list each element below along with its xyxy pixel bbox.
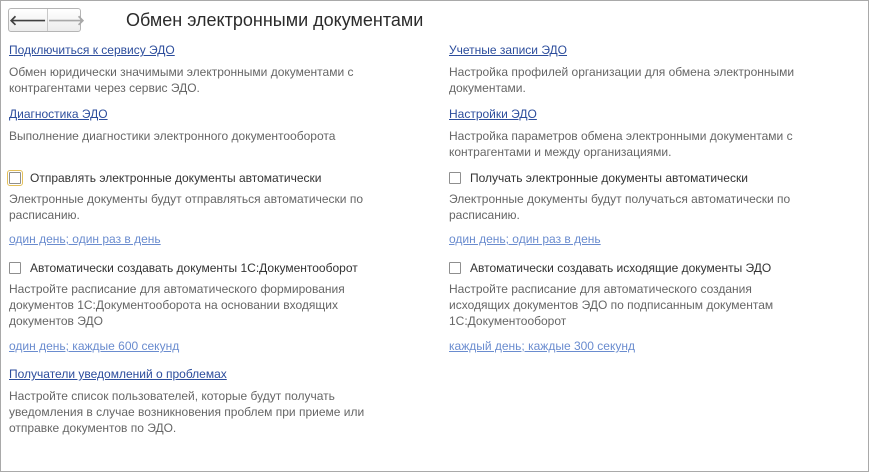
diagnostics-edo-link[interactable]: Диагностика ЭДО	[9, 107, 409, 121]
page-title: Обмен электронными документами	[126, 10, 424, 30]
auto-send-section: Отправлять электронные документы автомат…	[7, 170, 409, 246]
auto-receive-checkbox[interactable]	[449, 172, 461, 184]
auto-create-outgoing-label[interactable]: Автоматически создавать исходящие докуме…	[470, 261, 771, 275]
auto-send-description: Электронные документы будут отправляться…	[9, 192, 363, 222]
auto-create-outgoing-description: Настройте расписание для автоматического…	[449, 282, 774, 328]
edo-accounts-description: Настройка профилей организации для обмен…	[449, 65, 795, 95]
navigation-buttons: 🡐 🡒	[8, 8, 85, 32]
notification-recipients-description: Настройте список пользователей, которые …	[9, 389, 365, 435]
notification-recipients-link[interactable]: Получатели уведомлений о проблемах	[9, 367, 409, 381]
diagnostics-edo-description: Выполнение диагностики электронного доку…	[9, 129, 336, 143]
auto-create-outgoing-section: Автоматически создавать исходящие докуме…	[449, 261, 849, 353]
auto-create-outgoing-schedule-link[interactable]: каждый день; каждые 300 секунд	[449, 339, 849, 353]
auto-receive-schedule-link[interactable]: один день; один раз в день	[449, 232, 849, 246]
connect-section: Подключиться к сервису ЭДО Обмен юридиче…	[9, 43, 409, 96]
auto-receive-checkbox-row: Получать электронные документы автоматич…	[449, 171, 849, 185]
auto-create-outgoing-checkbox-row: Автоматически создавать исходящие докуме…	[449, 261, 849, 275]
notifications-section: Получатели уведомлений о проблемах Настр…	[9, 367, 409, 436]
auto-send-label[interactable]: Отправлять электронные документы автомат…	[30, 171, 322, 185]
auto-receive-section: Получать электронные документы автоматич…	[449, 171, 849, 246]
auto-create-outgoing-checkbox[interactable]	[449, 262, 461, 274]
settings-section: Настройки ЭДО Настройка параметров обмен…	[449, 107, 849, 160]
auto-create-1c-schedule-link[interactable]: один день; каждые 600 секунд	[9, 339, 409, 353]
auto-send-checkbox-row: Отправлять электронные документы автомат…	[7, 170, 409, 186]
auto-create-1c-section: Автоматически создавать документы 1С:Док…	[9, 261, 409, 353]
auto-create-1c-checkbox[interactable]	[9, 262, 21, 274]
connect-edo-link[interactable]: Подключиться к сервису ЭДО	[9, 43, 409, 57]
forward-arrow-icon[interactable]: 🡒	[48, 9, 86, 31]
auto-create-1c-checkbox-row: Автоматически создавать документы 1С:Док…	[9, 261, 409, 275]
auto-create-1c-label[interactable]: Автоматически создавать документы 1С:Док…	[30, 261, 358, 275]
auto-receive-label[interactable]: Получать электронные документы автоматич…	[470, 171, 748, 185]
connect-edo-description: Обмен юридически значимыми электронными …	[9, 65, 354, 95]
edo-settings-link[interactable]: Настройки ЭДО	[449, 107, 849, 121]
diagnostics-section: Диагностика ЭДО Выполнение диагностики э…	[9, 107, 409, 144]
auto-create-1c-description: Настройте расписание для автоматического…	[9, 282, 345, 328]
edo-settings-description: Настройка параметров обмена электронными…	[449, 129, 793, 159]
edo-accounts-link[interactable]: Учетные записи ЭДО	[449, 43, 849, 57]
auto-send-schedule-link[interactable]: один день; один раз в день	[9, 232, 409, 246]
accounts-section: Учетные записи ЭДО Настройка профилей ор…	[449, 43, 849, 96]
auto-receive-description: Электронные документы будут получаться а…	[449, 192, 791, 222]
auto-send-checkbox[interactable]	[7, 170, 23, 186]
back-arrow-icon[interactable]: 🡐	[9, 9, 48, 31]
window-frame: 🡐 🡒 Обмен электронными документами Подкл…	[0, 0, 869, 472]
